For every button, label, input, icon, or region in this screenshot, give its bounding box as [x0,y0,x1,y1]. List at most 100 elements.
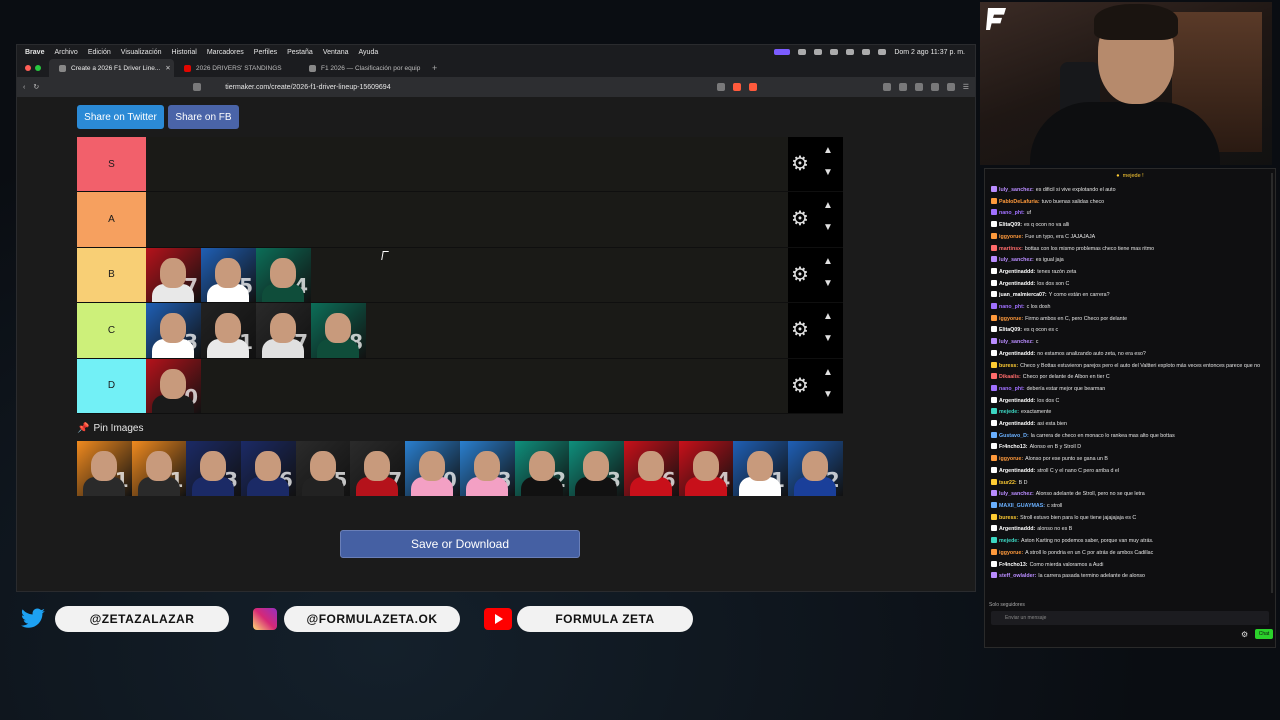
driver-card[interactable]: 6 [241,441,296,496]
menu-perfiles[interactable]: Perfiles [254,49,277,56]
chat-username[interactable]: luly_sanchez: [999,187,1034,193]
chat-username[interactable]: Argentinaddd: [999,468,1035,474]
chat-username[interactable]: ElitaQ09: [999,222,1022,228]
tier-drop-zone[interactable]: 875514 [146,247,311,303]
pin-images-heading[interactable]: 📌 Pin Images [77,423,143,434]
tab-standings[interactable]: 2026 DRIVERS' STANDINGS [174,59,299,77]
driver-card[interactable]: 10 [405,441,460,496]
status-icon[interactable] [814,49,823,55]
chat-username[interactable]: luly_sanchez: [999,339,1034,345]
driver-card[interactable]: 30 [146,358,201,413]
status-icon[interactable] [798,49,807,55]
chat-username[interactable]: nano_pht: [999,304,1025,310]
move-down-icon[interactable]: ▼ [823,333,833,344]
driver-card[interactable]: 3 [186,441,242,496]
menu-visualizacion[interactable]: Visualización [121,49,162,56]
tier-label[interactable]: B [77,247,146,303]
tier-row[interactable]: A ⚙ ▲ ▼ [77,192,843,248]
chat-username[interactable]: Dikaalis: [999,374,1021,380]
chat-send-button[interactable]: Chat [1255,629,1273,639]
chat-username[interactable]: buress: [999,515,1018,521]
driver-card[interactable]: 63 [569,441,624,496]
menu-marcadores[interactable]: Marcadores [207,49,244,56]
screen-record-icon[interactable] [774,49,791,55]
url-field[interactable]: tiermaker.com/create/2026-f1-driver-line… [225,84,390,91]
chat-username[interactable]: iggyorue: [999,234,1023,240]
move-up-icon[interactable]: ▲ [823,145,833,156]
vpn-icon[interactable] [946,83,955,91]
chat-username[interactable]: luly_sanchez: [999,257,1034,263]
move-up-icon[interactable]: ▲ [823,367,833,378]
chat-settings-icon[interactable]: ⚙ [1241,630,1248,639]
move-down-icon[interactable]: ▼ [823,389,833,400]
menu-pestana[interactable]: Pestaña [287,49,313,56]
chat-username[interactable]: ElitaQ09: [999,327,1022,333]
driver-card[interactable]: 12 [514,441,570,496]
move-down-icon[interactable]: ▼ [823,222,833,233]
brave-shields-icon[interactable] [732,83,741,91]
tier-row[interactable]: C23117718 ⚙ ▲ ▼ [77,303,843,359]
driver-card[interactable]: 31 [733,441,788,496]
move-down-icon[interactable]: ▼ [823,167,833,178]
tab-tiermaker[interactable]: Create a 2026 F1 Driver Line... ✕ [49,59,174,77]
chat-username[interactable]: Argentinaddd: [999,398,1035,404]
driver-card[interactable]: 44 [678,441,734,496]
chat-username[interactable]: iggyorue: [999,316,1023,322]
menubar-clock[interactable]: Dom 2 ago 11:37 p. m. [894,49,965,56]
status-icon[interactable] [830,49,839,55]
tier-settings-icon[interactable]: ⚙ [791,376,809,396]
chat-username[interactable]: tsur22: [999,480,1017,486]
share-page-icon[interactable] [716,83,725,91]
driver-card[interactable]: 18 [311,303,366,358]
driver-card[interactable]: 1 [77,441,132,496]
leo-icon[interactable] [930,83,939,91]
move-up-icon[interactable]: ▲ [823,256,833,267]
driver-card[interactable]: 5 [295,441,351,496]
bookmark-icon[interactable] [193,83,202,91]
chat-username[interactable]: buress: [999,363,1018,369]
close-window-icon[interactable] [25,65,31,71]
chat-username[interactable]: mejede: [999,538,1019,544]
tab-clasificacion[interactable]: F1 2026 — Clasificación por equip [299,59,424,77]
chat-username[interactable]: juan_malmierca07: [999,292,1047,298]
sidebar-icon[interactable] [882,83,891,91]
tier-settings-icon[interactable]: ⚙ [791,320,809,340]
driver-card[interactable]: 22 [787,441,843,496]
save-download-button[interactable]: Save or Download [340,530,580,558]
driver-card[interactable]: 87 [146,247,201,303]
tier-label[interactable]: A [77,192,146,247]
menu-ventana[interactable]: Ventana [323,49,349,56]
move-up-icon[interactable]: ▲ [823,311,833,322]
menu-historial[interactable]: Historial [172,49,197,56]
maximize-window-icon[interactable] [35,65,41,71]
chat-username[interactable]: steff_owlalder: [999,573,1036,579]
menu-edicion[interactable]: Edición [88,49,111,56]
tier-label[interactable]: S [77,137,146,192]
tier-label[interactable]: C [77,303,146,358]
driver-card[interactable]: 23 [146,303,201,358]
chat-scrollbar[interactable] [1271,173,1273,593]
wifi-icon[interactable] [846,49,855,55]
control-center-icon[interactable] [878,49,887,55]
tier-drop-zone[interactable]: 23117718 [146,303,366,358]
driver-card[interactable]: 14 [256,247,311,303]
tier-row[interactable]: B875514 ⚙ ▲ ▼ [77,247,843,304]
chat-username[interactable]: iggyorue: [999,456,1023,462]
move-down-icon[interactable]: ▼ [823,278,833,289]
back-icon[interactable]: ‹ [23,84,25,91]
share-fb-button[interactable]: Share on FB [168,105,239,129]
driver-card[interactable]: 16 [623,441,679,496]
chat-username[interactable]: Argentinaddd: [999,351,1035,357]
chat-username[interactable]: Argentinaddd: [999,421,1035,427]
chat-username[interactable]: Argentinaddd: [999,526,1035,532]
brave-rewards-icon[interactable] [748,83,757,91]
wallet-icon[interactable] [898,83,907,91]
chat-username[interactable]: iggyorue: [999,550,1023,556]
driver-card[interactable]: 27 [350,441,406,496]
chat-username[interactable]: martinsx: [999,246,1023,252]
tier-settings-icon[interactable]: ⚙ [791,154,809,174]
move-up-icon[interactable]: ▲ [823,200,833,211]
search-icon[interactable] [862,49,871,55]
driver-card[interactable]: 43 [459,441,515,496]
chat-input[interactable]: Enviar un mensaje [991,611,1269,625]
